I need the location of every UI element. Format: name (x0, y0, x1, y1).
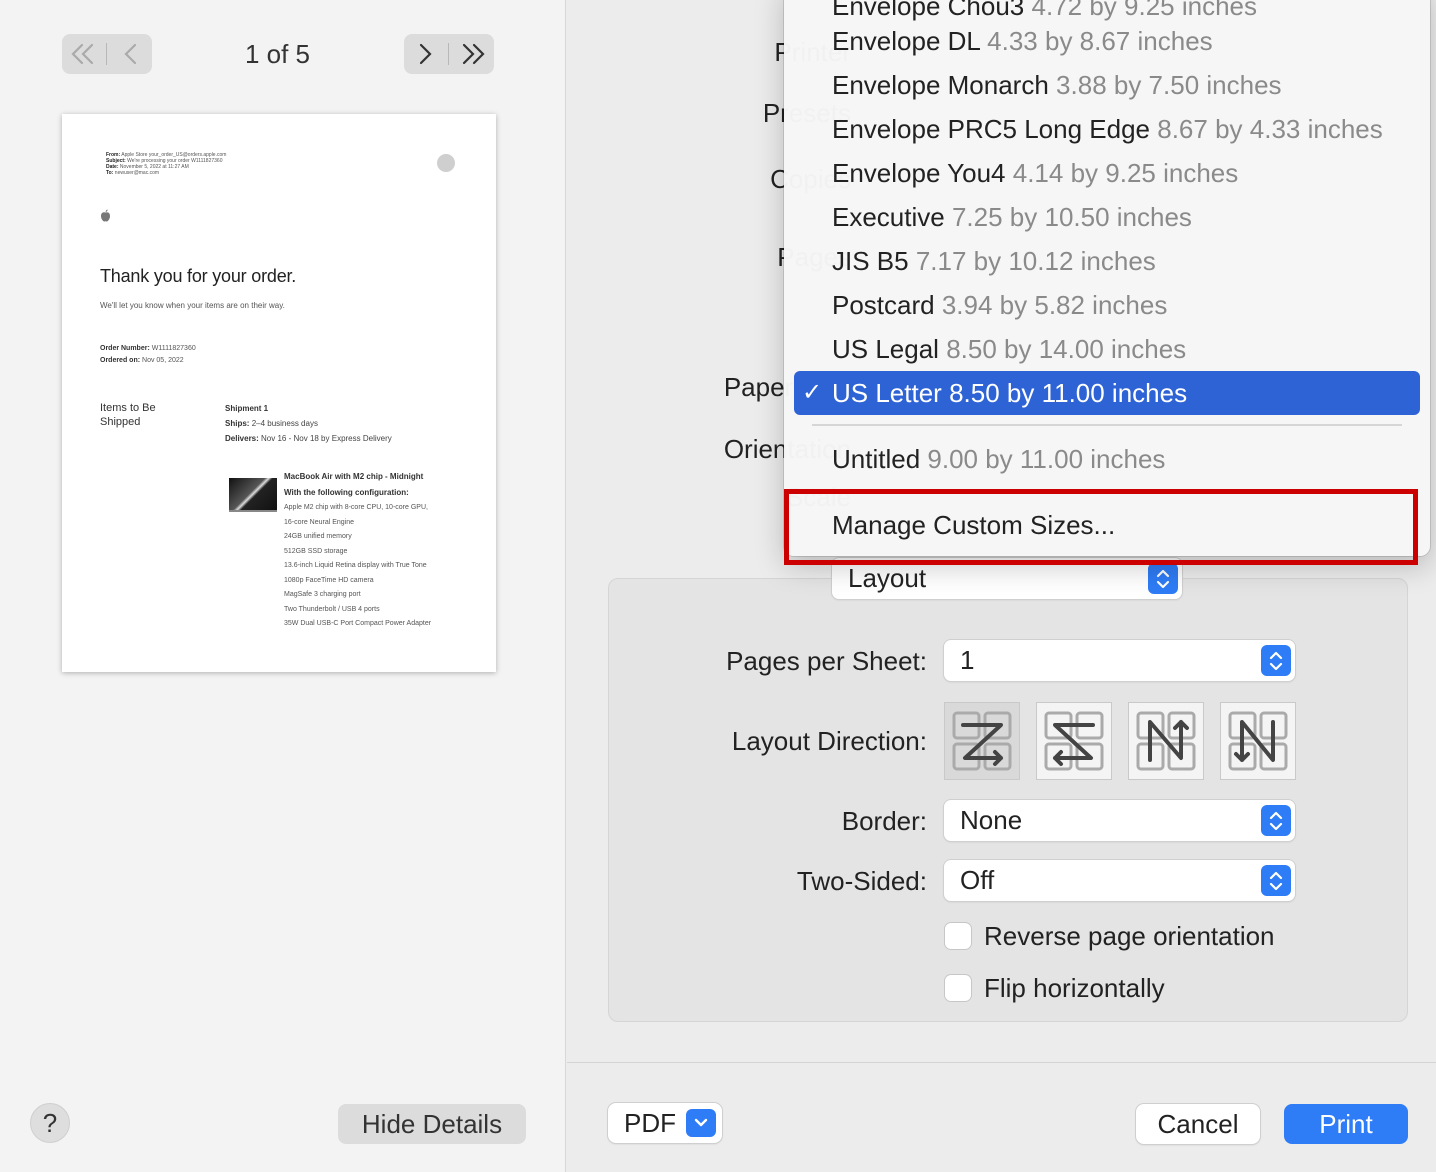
up-down-chevron-icon (1261, 645, 1291, 676)
menu-item-envelope-monarch[interactable]: Envelope Monarch 3.88 by 7.50 inches (794, 63, 1420, 107)
layout-direction-n-reverse-button[interactable] (1128, 702, 1204, 780)
email-title: Thank you for your order. (100, 266, 297, 286)
product-specs: MacBook Air with M2 chip - Midnight With… (284, 472, 432, 627)
page-back-group (62, 34, 152, 74)
email-header: From: Apple Store your_order_US@orders.a… (106, 152, 227, 176)
menu-separator (812, 424, 1402, 426)
reverse-orientation-label[interactable]: Reverse page orientation (984, 920, 1275, 952)
pdf-label: PDF (624, 1108, 676, 1138)
product-image (229, 478, 277, 512)
preview-pane: 1 of 5 From: Apple Store your_order_US@o… (0, 0, 566, 1172)
menu-item-us-letter[interactable]: ✓ US Letter 8.50 by 11.00 inches (794, 371, 1420, 415)
up-down-chevron-icon (1261, 865, 1291, 896)
n-direction-icon (1228, 711, 1288, 771)
reverse-z-direction-icon (1044, 711, 1104, 771)
page-forward-group (404, 34, 494, 74)
chevron-left-icon (124, 43, 137, 65)
menu-item-envelope-dl[interactable]: Envelope DL 4.33 by 8.67 inches (794, 19, 1420, 63)
menu-item-us-legal[interactable]: US Legal 8.50 by 14.00 inches (794, 327, 1420, 371)
reverse-n-direction-icon (1136, 711, 1196, 771)
flip-horizontally-checkbox[interactable] (945, 975, 971, 1001)
page-indicator: 1 of 5 (244, 39, 311, 69)
layout-direction-label: Layout Direction: (731, 726, 927, 756)
last-page-button[interactable] (455, 38, 491, 70)
print-button[interactable]: Print (1284, 1104, 1408, 1144)
border-select[interactable]: None (944, 800, 1295, 841)
chevron-right-icon (419, 43, 432, 65)
double-chevron-right-icon (463, 43, 485, 65)
menu-item-executive[interactable]: Executive 7.25 by 10.50 inches (794, 195, 1420, 239)
menu-item-jis-b5[interactable]: JIS B5 7.17 by 10.12 inches (794, 239, 1420, 283)
two-sided-value: Off (960, 865, 995, 895)
email-subtitle: We'll let you know when your items are o… (100, 301, 285, 310)
page-preview: From: Apple Store your_order_US@orders.a… (62, 114, 496, 672)
layout-direction-reverse-z-button[interactable] (1036, 702, 1112, 780)
menu-item-envelope-prc5[interactable]: Envelope PRC5 Long Edge 8.67 by 4.33 inc… (794, 107, 1420, 151)
z-direction-icon (952, 711, 1012, 771)
two-sided-select[interactable]: Off (944, 860, 1295, 901)
annotation-highlight (784, 489, 1418, 565)
nav-separator (106, 43, 108, 65)
flip-horizontally-label[interactable]: Flip horizontally (984, 972, 1165, 1004)
two-sided-label: Two-Sided: (796, 866, 927, 896)
next-page-button[interactable] (407, 38, 443, 70)
border-value: None (960, 805, 1023, 835)
help-button[interactable]: ? (30, 1103, 70, 1143)
menu-item-postcard[interactable]: Postcard 3.94 by 5.82 inches (794, 283, 1420, 327)
up-down-chevron-icon (1148, 563, 1178, 594)
pages-per-sheet-label: Pages per Sheet: (726, 646, 927, 676)
hide-details-button[interactable]: Hide Details (338, 1104, 526, 1144)
order-info: Order Number: W1111827360 Ordered on: No… (100, 345, 196, 364)
menu-item-untitled[interactable]: Untitled 9.00 by 11.00 inches (794, 437, 1420, 481)
previous-page-button[interactable] (113, 38, 149, 70)
checkmark-icon: ✓ (802, 379, 823, 406)
items-heading: Items to Be Shipped (100, 402, 156, 428)
menu-item-envelope-you4[interactable]: Envelope You4 4.14 by 9.25 inches (794, 151, 1420, 195)
layout-direction-n-button[interactable] (1220, 702, 1296, 780)
pages-per-sheet-value: 1 (960, 645, 975, 675)
sender-avatar (437, 154, 455, 172)
chevron-down-icon (686, 1109, 716, 1137)
paper-size-menu: Envelope Chou3 4.72 by 9.25 inches Envel… (784, 0, 1430, 556)
pdf-menu-button[interactable]: PDF (608, 1103, 722, 1143)
first-page-button[interactable] (65, 38, 101, 70)
reverse-orientation-checkbox[interactable] (945, 923, 971, 949)
apple-logo-icon (101, 209, 110, 222)
double-chevron-left-icon (71, 43, 93, 65)
shipment-info: Shipment 1 Ships: 2–4 business days Deli… (225, 404, 392, 443)
up-down-chevron-icon (1261, 805, 1291, 836)
pages-per-sheet-select[interactable]: 1 (944, 640, 1295, 681)
cancel-button[interactable]: Cancel (1136, 1104, 1260, 1144)
border-label: Border: (841, 806, 927, 836)
nav-separator (448, 43, 450, 65)
layout-direction-z-button[interactable] (944, 702, 1020, 780)
